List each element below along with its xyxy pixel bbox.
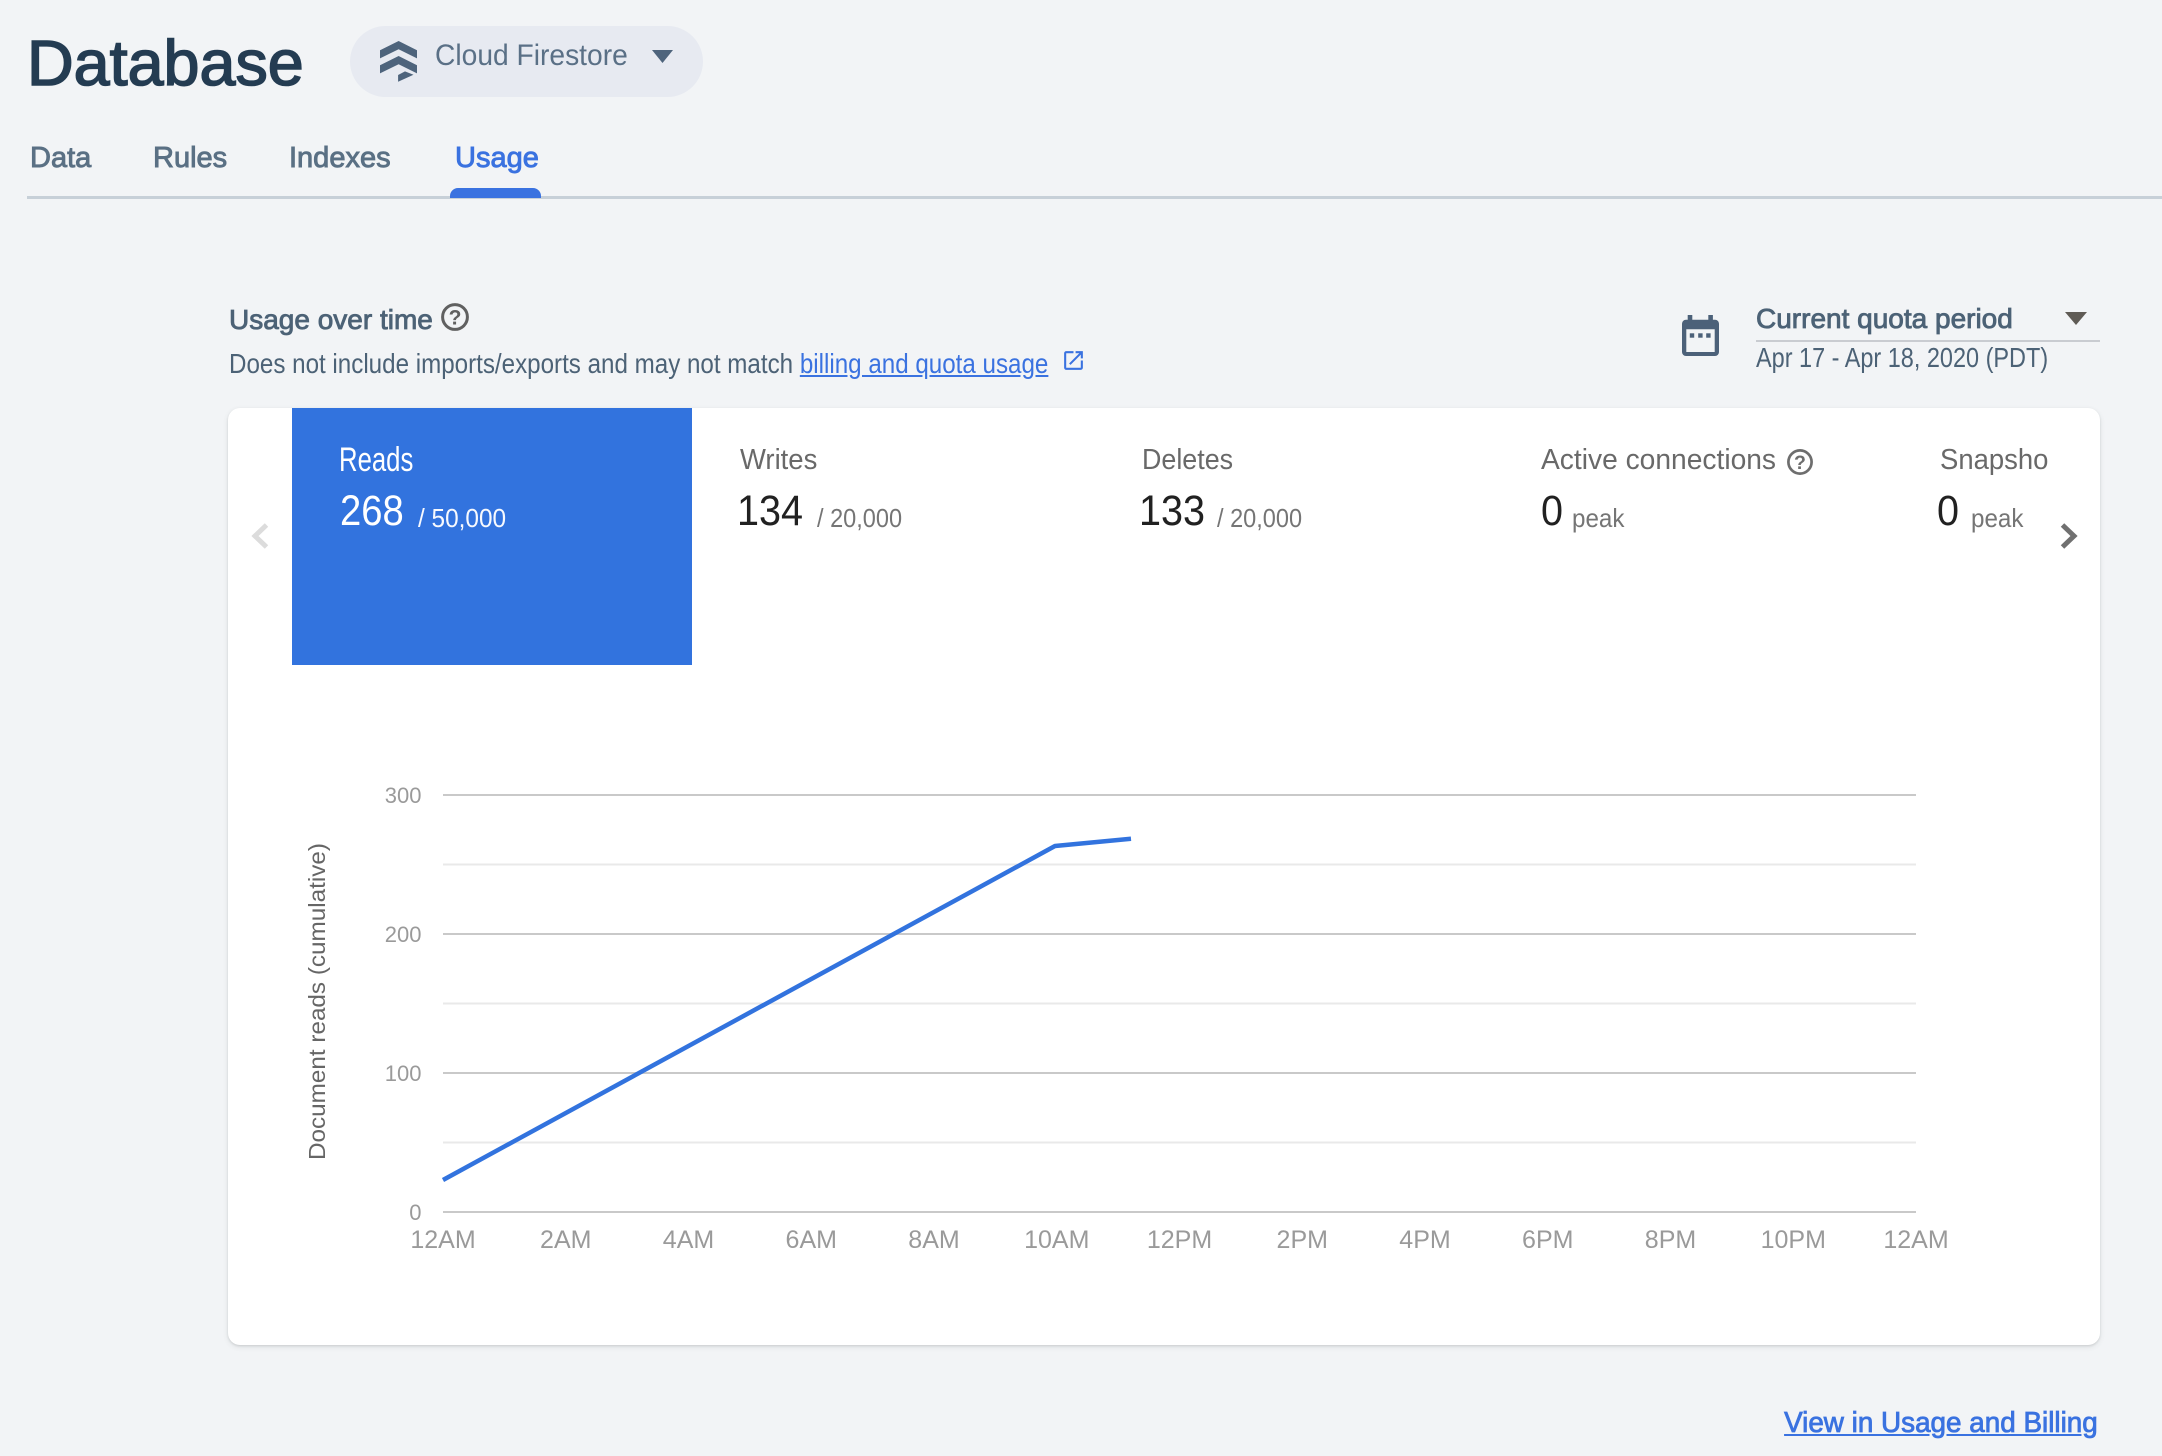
- svg-text:8AM: 8AM: [908, 1226, 959, 1254]
- svg-text:6PM: 6PM: [1522, 1226, 1573, 1254]
- svg-text:0: 0: [409, 1200, 421, 1225]
- svg-text:10PM: 10PM: [1761, 1226, 1826, 1254]
- svg-text:?: ?: [1794, 452, 1806, 474]
- svg-text:100: 100: [385, 1061, 422, 1086]
- svg-text:8PM: 8PM: [1645, 1226, 1696, 1254]
- svg-text:Document reads (cumulative): Document reads (cumulative): [304, 843, 330, 1160]
- svg-text:4AM: 4AM: [663, 1226, 714, 1254]
- svg-text:6AM: 6AM: [786, 1226, 837, 1254]
- svg-text:12PM: 12PM: [1147, 1226, 1212, 1254]
- svg-text:2AM: 2AM: [540, 1226, 591, 1254]
- svg-text:?: ?: [449, 307, 462, 330]
- svg-text:200: 200: [385, 922, 422, 947]
- svg-text:4PM: 4PM: [1399, 1226, 1450, 1254]
- svg-text:12AM: 12AM: [1883, 1226, 1948, 1254]
- svg-text:12AM: 12AM: [410, 1226, 475, 1254]
- svg-text:2PM: 2PM: [1277, 1226, 1328, 1254]
- svg-text:300: 300: [385, 783, 422, 808]
- svg-text:10AM: 10AM: [1024, 1226, 1089, 1254]
